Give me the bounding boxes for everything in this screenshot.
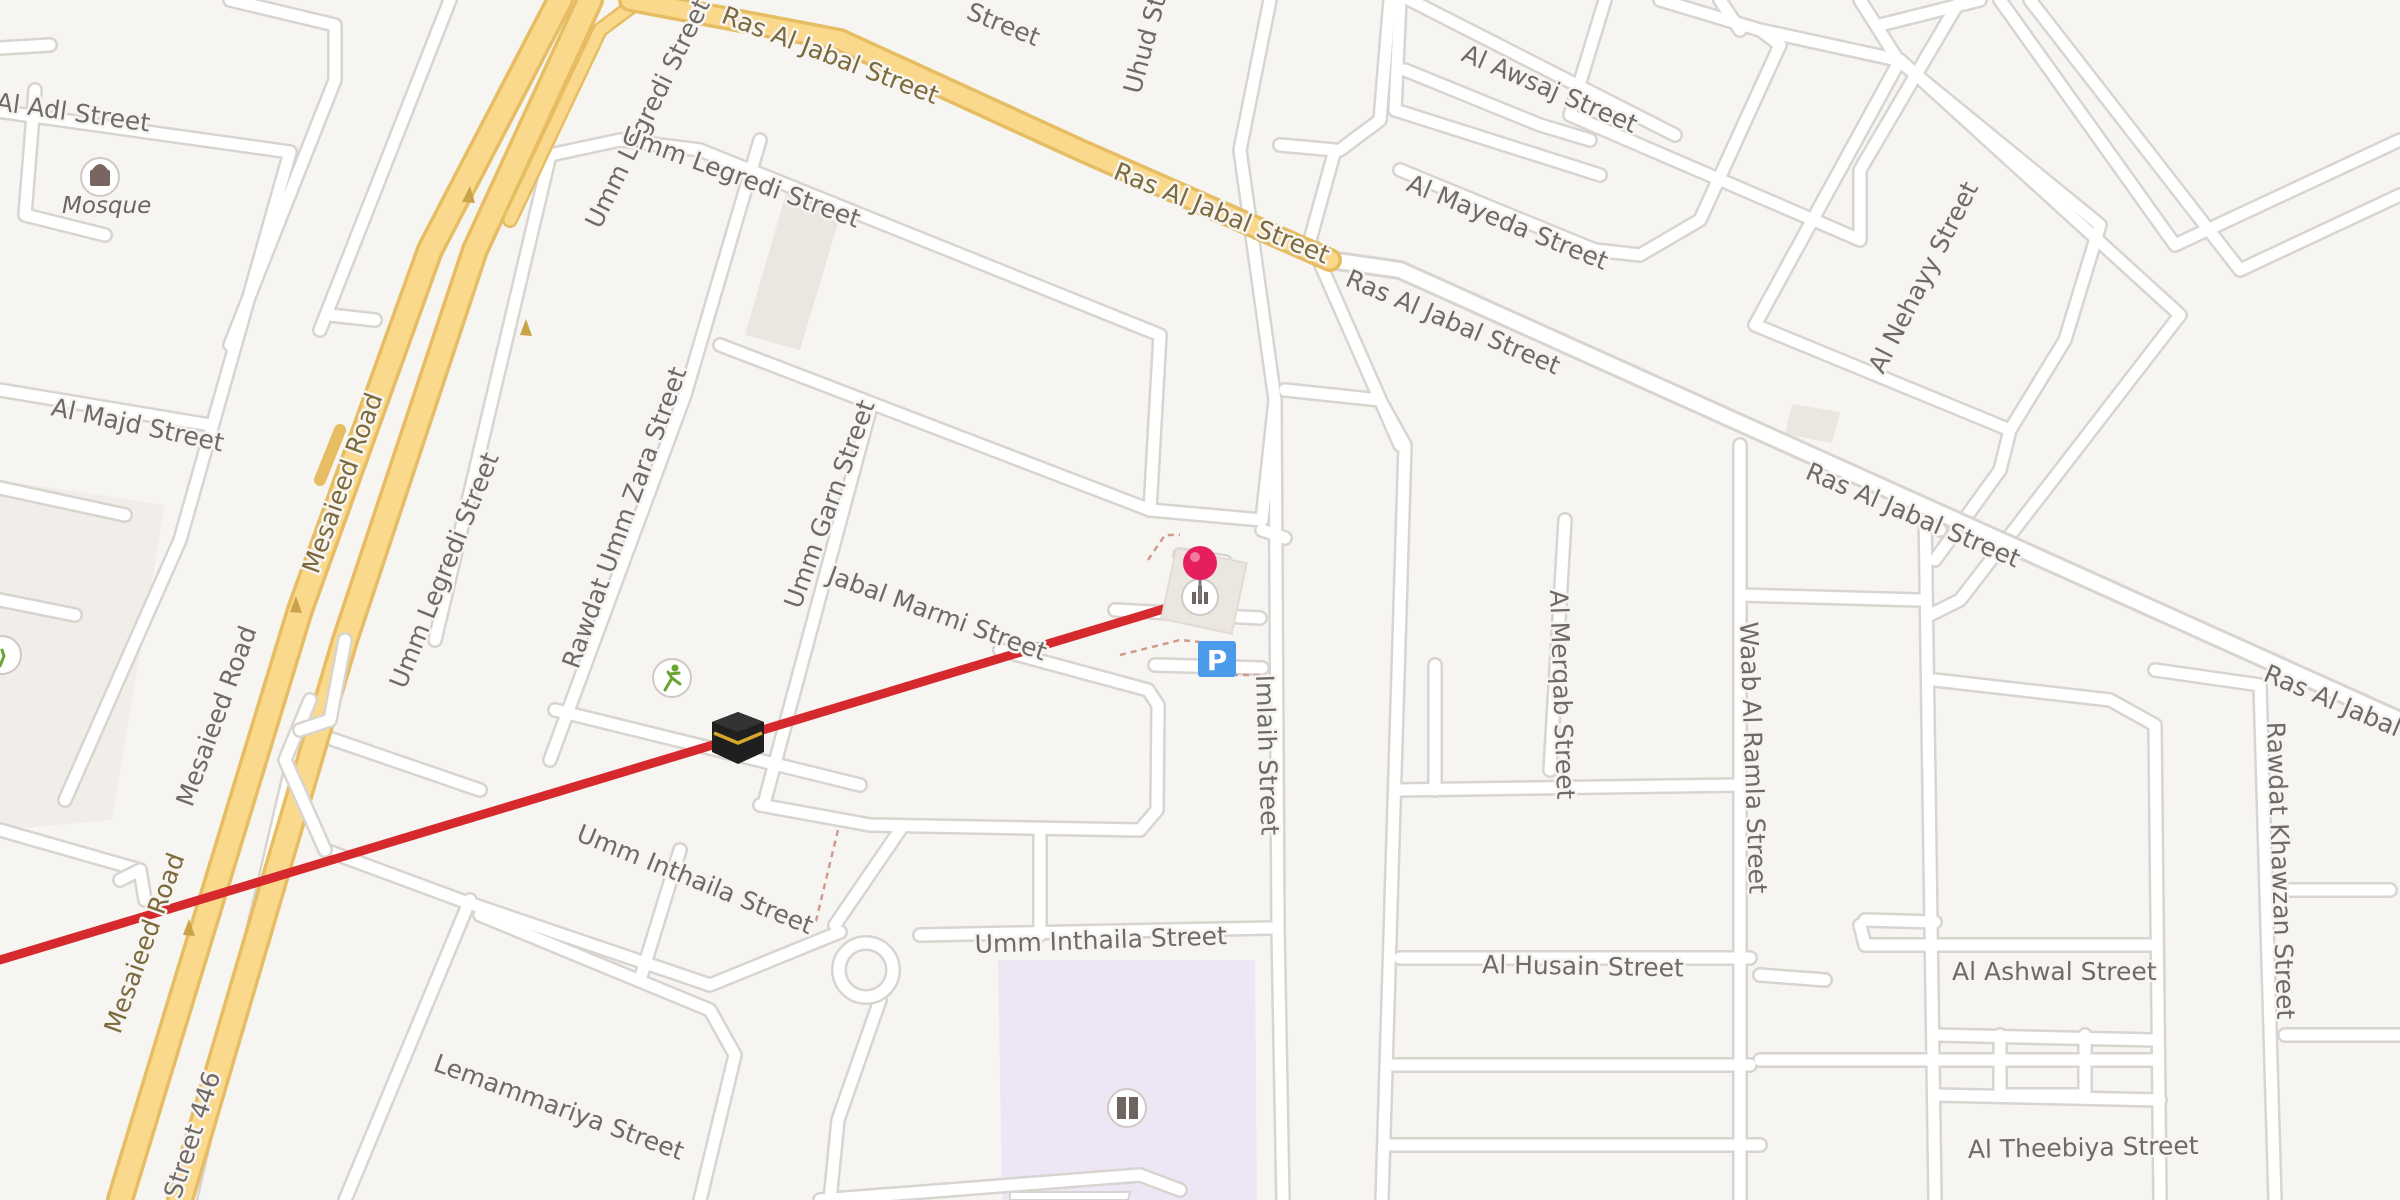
street-label: Al Ashwal Street [1952,957,2157,986]
location-pin-icon[interactable] [1183,546,1217,580]
street-label: Al Husain Street [1482,950,1684,983]
school-building [1009,1191,1132,1200]
monument-icon-part [1204,592,1208,604]
school-icon-book [1129,1097,1138,1119]
school-icon[interactable] [1107,1088,1147,1128]
school-icon-book [1117,1097,1126,1119]
parking-poi[interactable]: P [1198,641,1236,677]
street-label: Al Theebiya Street [1968,1131,2199,1164]
school-poi[interactable] [1107,1088,1147,1128]
school-area [998,960,1257,1200]
running-icon-head [671,664,679,672]
parking-label: P [1207,644,1228,677]
map-canvas[interactable]: Ras Al Jabal Street Ras Al Jabal Street … [0,0,2400,1200]
monument-icon-part [1192,592,1196,604]
pin-highlight [1190,552,1200,562]
street-label: Imlaih Street [1250,674,1285,836]
mosque-icon-body [90,170,110,186]
mosque-label: Mosque [62,193,151,219]
running-poi[interactable] [652,658,692,698]
map-view[interactable]: Ras Al Jabal Street Ras Al Jabal Street … [0,0,2400,1200]
